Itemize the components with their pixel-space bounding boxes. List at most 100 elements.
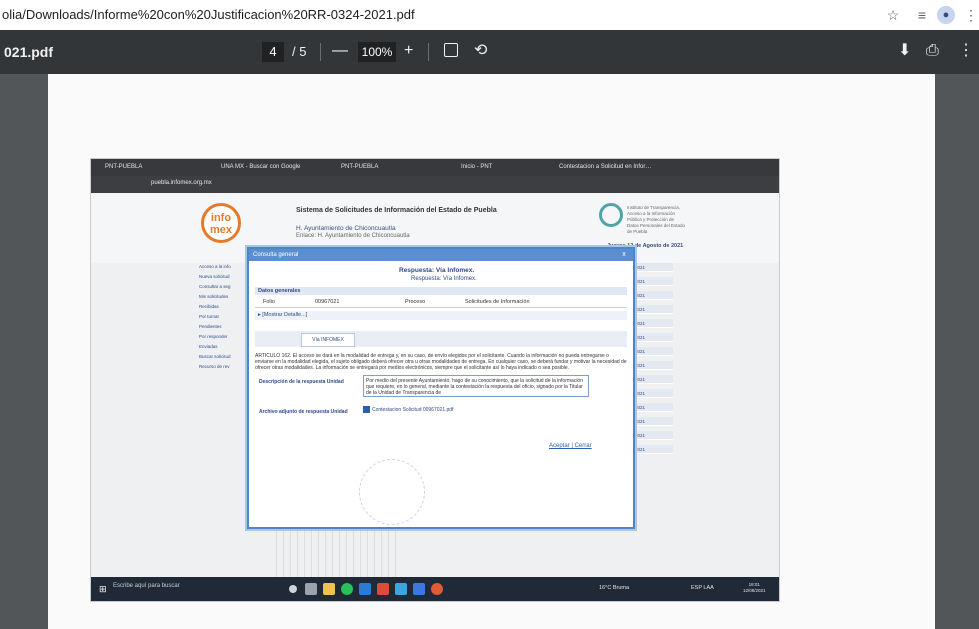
right-list-item: 2021 xyxy=(633,431,673,440)
word-icon xyxy=(413,583,425,595)
scan-tab: PNT-PUEBLA xyxy=(341,164,379,170)
left-menu-item: Mis solicitudes xyxy=(199,294,229,299)
left-menu-item: Enviadas xyxy=(199,344,218,349)
reading-list-icon[interactable]: ≡ xyxy=(913,6,931,24)
right-list-item: 2021 xyxy=(633,277,673,286)
tab-via-infomex[interactable]: Vía INFOMEX xyxy=(301,333,355,347)
right-list-item: 2021 xyxy=(633,403,673,412)
itaipue-logo xyxy=(599,203,623,227)
toolbar-divider xyxy=(428,43,429,61)
windows-icon: ⊞ xyxy=(99,584,107,594)
dialog-respuesta: Respuesta: Vía Infomex. xyxy=(399,267,475,274)
archivo-name[interactable]: Contestacion Solicitud 00967021.pdf xyxy=(372,407,453,413)
profile-avatar[interactable]: ● xyxy=(937,6,955,24)
scan-url: puebla.infomex.org.mx xyxy=(151,180,212,186)
archivo-link[interactable]: Contestacion Solicitud 00967021.pdf xyxy=(363,406,453,413)
store-icon xyxy=(377,583,389,595)
left-menu-item: Buscar solicitud xyxy=(199,354,231,359)
dialog-respuesta-2: Respuesta: Vía Infomex. xyxy=(411,276,477,282)
edge-icon xyxy=(395,583,407,595)
browser-address-bar[interactable]: olia/Downloads/Informe%20con%20Justifica… xyxy=(0,0,979,30)
datos-generales-header: Datos generales xyxy=(255,287,627,295)
rotate-icon[interactable]: ⟲ xyxy=(474,42,487,60)
left-menu-item: Por turnar xyxy=(199,314,220,319)
print-icon[interactable]: ⎙ xyxy=(926,42,939,60)
right-list-item: 2021 xyxy=(633,291,673,300)
folio-value: 00967021 xyxy=(315,299,340,305)
fit-page-icon[interactable] xyxy=(444,43,458,57)
right-list-item: 2021 xyxy=(633,375,673,384)
page-number-input[interactable]: 4 xyxy=(262,42,284,62)
zoom-input[interactable]: 100% xyxy=(358,42,396,62)
whatsapp-icon xyxy=(341,583,353,595)
consulta-dialog: Consulta general x Respuesta: Vía Infome… xyxy=(247,247,635,529)
right-list-item: 2021 xyxy=(633,389,673,398)
scan-address-bar: puebla.infomex.org.mx xyxy=(91,176,779,193)
scan-site-title: Sistema de Solicitudes de Información de… xyxy=(296,207,497,214)
taskbar-date: 12/08/2021 xyxy=(743,588,766,593)
scan-site-subtitle-2: Enlace: H. Ayuntamiento de Chiconcuautla xyxy=(296,233,410,239)
left-menu-item: Recibidas xyxy=(199,304,219,309)
right-list-item: 2021 xyxy=(633,305,673,314)
zoom-out-button[interactable]: — xyxy=(332,42,348,60)
right-list-item: 2021 xyxy=(633,347,673,356)
url-text[interactable]: olia/Downloads/Informe%20con%20Justifica… xyxy=(2,7,415,22)
taskbar-search: Escribe aquí para buscar xyxy=(113,583,180,589)
seal-watermark xyxy=(359,459,425,525)
right-list-item: 2021 xyxy=(633,263,673,272)
document-title: 021.pdf xyxy=(4,44,54,60)
cortana-icon xyxy=(289,585,297,593)
folio-row: Folio 00967021 Proceso Solicitudes de In… xyxy=(255,297,627,308)
dialog-buttons: Aceptar | Cerrar xyxy=(549,443,592,449)
left-menu-item: Por responder xyxy=(199,334,228,339)
scan-right-list: 2021 2021 2021 2021 2021 2021 2021 2021 … xyxy=(633,263,673,473)
right-list-item: 2021 xyxy=(633,333,673,342)
scan-taskbar: ⊞ Escribe aquí para buscar 16°C Bruma ES… xyxy=(91,577,779,601)
zoom-in-button[interactable]: + xyxy=(404,42,413,60)
taskbar-clock: 18:01 12/08/2021 xyxy=(743,582,766,594)
right-list-item: 2021 xyxy=(633,319,673,328)
scanned-screenshot: PNT-PUEBLA UNA MX - Buscar con Google PN… xyxy=(90,158,780,602)
descripcion-textarea[interactable]: Por medio del presente Ayuntamiento, hag… xyxy=(363,375,589,397)
taskbar-lang: ESP LAA xyxy=(691,585,714,591)
archivo-label: Archivo adjunto de respuesta Unidad xyxy=(259,409,348,415)
more-icon[interactable]: ⋮ xyxy=(962,6,979,24)
scan-browser-tabs: PNT-PUEBLA UNA MX - Buscar con Google PN… xyxy=(91,159,779,176)
aceptar-button[interactable]: Aceptar xyxy=(549,443,570,449)
more-actions-icon[interactable]: ⋮ xyxy=(958,42,974,60)
descripcion-label: Descripción de la respuesta Unidad xyxy=(259,379,344,385)
mostrar-detalle-link[interactable]: ▸ [Mostrar Detalle...] xyxy=(255,311,627,320)
taskbar-weather: 16°C Bruma xyxy=(599,585,630,591)
mail-icon xyxy=(359,583,371,595)
toolbar-divider xyxy=(320,43,321,61)
right-list-item: 2021 xyxy=(633,361,673,370)
article-paragraph: ARTICULO 162. El acceso se dará en la mo… xyxy=(255,353,627,371)
cerrar-button[interactable]: Cerrar xyxy=(575,443,592,449)
scan-tab: Inicio - PNT xyxy=(461,164,493,170)
left-menu-item: Pendientes xyxy=(199,324,222,329)
proceso-value: Solicitudes de Información xyxy=(465,299,530,305)
file-explorer-icon xyxy=(323,583,335,595)
scan-tab: PNT-PUEBLA xyxy=(105,164,143,170)
itaipue-logo-text: Instituto de Transparencia, Acceso a la … xyxy=(627,205,686,234)
star-icon[interactable]: ☆ xyxy=(884,6,902,24)
close-icon[interactable]: x xyxy=(619,250,629,260)
left-menu-item: Consultar a seg xyxy=(199,284,231,289)
scan-left-menu: Acceso a la info Nueva solicitud Consult… xyxy=(199,263,247,413)
proceso-label: Proceso xyxy=(405,299,426,305)
scan-tab: UNA MX - Buscar con Google xyxy=(221,164,301,170)
left-menu-item: Recurso de rev xyxy=(199,364,230,369)
right-list-item: 2021 xyxy=(633,445,673,454)
download-icon[interactable]: ⬇ xyxy=(898,42,911,60)
left-menu-item: Acceso a la info xyxy=(199,264,231,269)
left-menu-item: Nueva solicitud xyxy=(199,274,230,279)
task-view-icon xyxy=(305,583,317,595)
infomex-logo: info mex xyxy=(201,203,241,243)
file-icon xyxy=(363,406,370,413)
pdf-toolbar: 021.pdf 4 / 5 — 100% + ⟲ ⬇ ⎙ ⋮ xyxy=(0,30,979,74)
scan-site-subtitle: H. Ayuntamiento de Chiconcuautla xyxy=(296,225,396,232)
scan-tab: Contestacion a Solicitud en Infor… xyxy=(559,164,652,170)
dialog-title: Consulta general xyxy=(249,249,633,261)
folio-label: Folio xyxy=(263,299,275,305)
right-list-item: 2021 xyxy=(633,417,673,426)
